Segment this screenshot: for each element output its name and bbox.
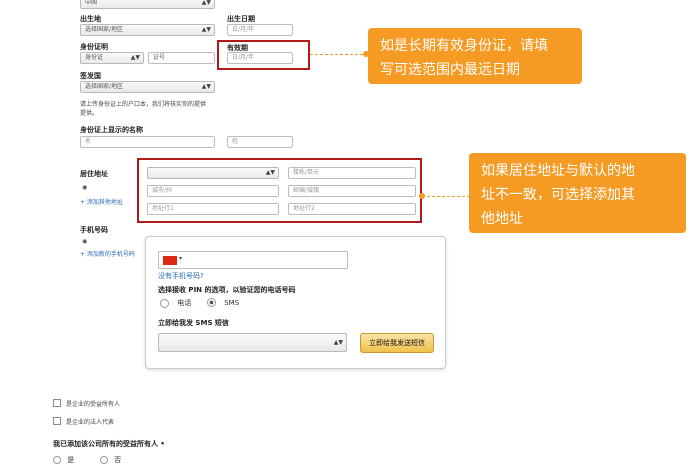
phone-label: 手机号码 <box>80 226 108 234</box>
radio-icon <box>53 456 61 464</box>
address-building-input[interactable]: 楼栋/单元 <box>288 167 416 179</box>
legal-rep-label: 是企业的法人代表 <box>66 419 115 426</box>
id-number-input[interactable]: 证号 <box>148 52 215 64</box>
address-connector-dot <box>419 193 425 199</box>
id-label: 身份证明 <box>80 43 108 51</box>
birthdate-label: 出生日期 <box>227 15 255 23</box>
address-radio-icon[interactable]: ◉ <box>82 184 87 191</box>
beneficial-owner-label: 是企业的受益所有人 <box>66 401 121 408</box>
chevron-down-icon: ▲▼ <box>201 26 211 33</box>
birthplace-select[interactable]: 选择国家/地区 ▲▼ <box>80 24 215 36</box>
legal-rep-checkbox[interactable] <box>53 417 61 425</box>
option-call[interactable]: 电话 <box>160 298 191 308</box>
birthdate-input[interactable]: 日/月/年 <box>227 24 293 36</box>
last-name-input[interactable]: 姓 <box>227 136 293 148</box>
upload-note-line1: 请上传身份证上的户口本，我们将核实你的提供 <box>80 101 207 108</box>
add-phone-link[interactable]: + 添加新的手机号码 <box>80 249 135 258</box>
answer-yes[interactable]: 是 <box>53 455 74 465</box>
address-connector <box>422 196 470 197</box>
no-phone-link[interactable]: 没有手机号码? <box>158 271 204 281</box>
upload-note-line2: 提供。 <box>80 110 99 117</box>
sms-label: 立即给我发 SMS 短信 <box>158 319 229 327</box>
chevron-down-icon: ▲▼ <box>201 0 211 6</box>
phone-radio-icon[interactable]: ◉ <box>82 238 87 245</box>
first-name-input[interactable]: 名 <box>80 136 215 148</box>
country-select[interactable]: 中国 ▲▼ <box>80 0 215 9</box>
address-label: 居住地址 <box>80 170 108 178</box>
expiry-input[interactable]: 日/月/年 <box>227 52 293 64</box>
radio-selected-icon <box>207 298 216 307</box>
radio-icon <box>160 298 169 308</box>
expiry-connector <box>310 54 368 55</box>
send-sms-button[interactable]: 立即给我发送短信 <box>360 333 434 353</box>
owners-question: 我已添加该公司所有的受益所有人 • <box>53 440 165 448</box>
pin-prompt: 选择接收 PIN 的选项，以验证您的电话号码 <box>158 286 296 294</box>
name-on-id-label: 身份证上显示的名称 <box>80 126 143 134</box>
add-address-link[interactable]: + 添加其他地址 <box>80 197 123 206</box>
option-sms[interactable]: SMS <box>207 298 239 307</box>
birthplace-label: 出生地 <box>80 15 101 23</box>
issuer-label: 签发国 <box>80 72 101 80</box>
radio-icon <box>100 456 108 464</box>
address-line1-input[interactable]: 地址行1 <box>147 203 279 215</box>
phone-number-input[interactable]: ▾ <box>158 251 348 269</box>
address-city-input[interactable]: 城市/州 <box>147 185 279 197</box>
caret-down-icon: ▾ <box>179 255 183 262</box>
chevron-down-icon: ▲▼ <box>130 54 140 61</box>
address-country-select[interactable]: ▲▼ <box>147 167 279 179</box>
chevron-down-icon: ▲▼ <box>333 339 343 346</box>
sms-option-select[interactable]: ▲▼ <box>158 333 347 352</box>
beneficial-owner-checkbox[interactable] <box>53 399 61 407</box>
address-postcode-input[interactable]: 邮编/城镇 <box>288 185 416 197</box>
china-flag-icon <box>163 256 177 265</box>
address-line2-input[interactable]: 地址行2 <box>288 203 416 215</box>
id-type-select[interactable]: 身份证 ▲▼ <box>80 52 144 64</box>
issuer-select[interactable]: 选择国家/地区 ▲▼ <box>80 81 215 93</box>
answer-no[interactable]: 否 <box>100 455 121 465</box>
chevron-down-icon: ▲▼ <box>201 83 211 90</box>
address-callout: 如果居住地址与默认的地 址不一致，可选择添加其 他地址 <box>469 153 686 233</box>
chevron-down-icon: ▲▼ <box>265 169 275 176</box>
expiry-callout: 如是长期有效身份证，请填 写可选范围内最远日期 <box>368 28 582 84</box>
